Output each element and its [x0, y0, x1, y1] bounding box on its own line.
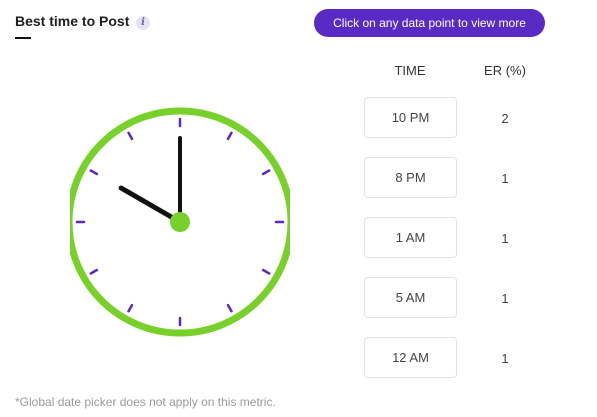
view-more-button[interactable]: Click on any data point to view more	[314, 9, 545, 37]
info-icon[interactable]: i	[136, 16, 150, 30]
clock-center	[170, 212, 190, 232]
section-title: Best time to Post	[15, 13, 130, 29]
clock-tick	[127, 131, 134, 141]
er-value: 1	[501, 351, 509, 366]
clock-tick	[226, 303, 233, 313]
clock-tick	[127, 303, 134, 313]
clock-tick	[89, 268, 99, 275]
time-slot-button[interactable]: 10 PM	[364, 97, 457, 138]
clock-tick	[261, 268, 271, 275]
clock-tick	[89, 169, 99, 176]
time-slot-button[interactable]: 12 AM	[364, 337, 457, 378]
title-underline	[15, 37, 31, 39]
er-column-header: ER (%)	[484, 63, 526, 78]
clock-tick	[261, 169, 271, 176]
footnote: *Global date picker does not apply on th…	[15, 395, 276, 409]
clock-tick	[226, 131, 233, 141]
time-slot-button[interactable]: 1 AM	[364, 217, 457, 258]
er-value: 1	[501, 231, 509, 246]
er-value: 1	[501, 171, 509, 186]
time-slot-button[interactable]: 5 AM	[364, 277, 457, 318]
er-value: 1	[501, 291, 509, 306]
time-column-header: TIME	[394, 63, 426, 78]
er-value: 2	[501, 111, 509, 126]
hour-hand	[118, 185, 183, 225]
time-slot-button[interactable]: 8 PM	[364, 157, 457, 198]
clock-graphic[interactable]	[70, 102, 290, 342]
